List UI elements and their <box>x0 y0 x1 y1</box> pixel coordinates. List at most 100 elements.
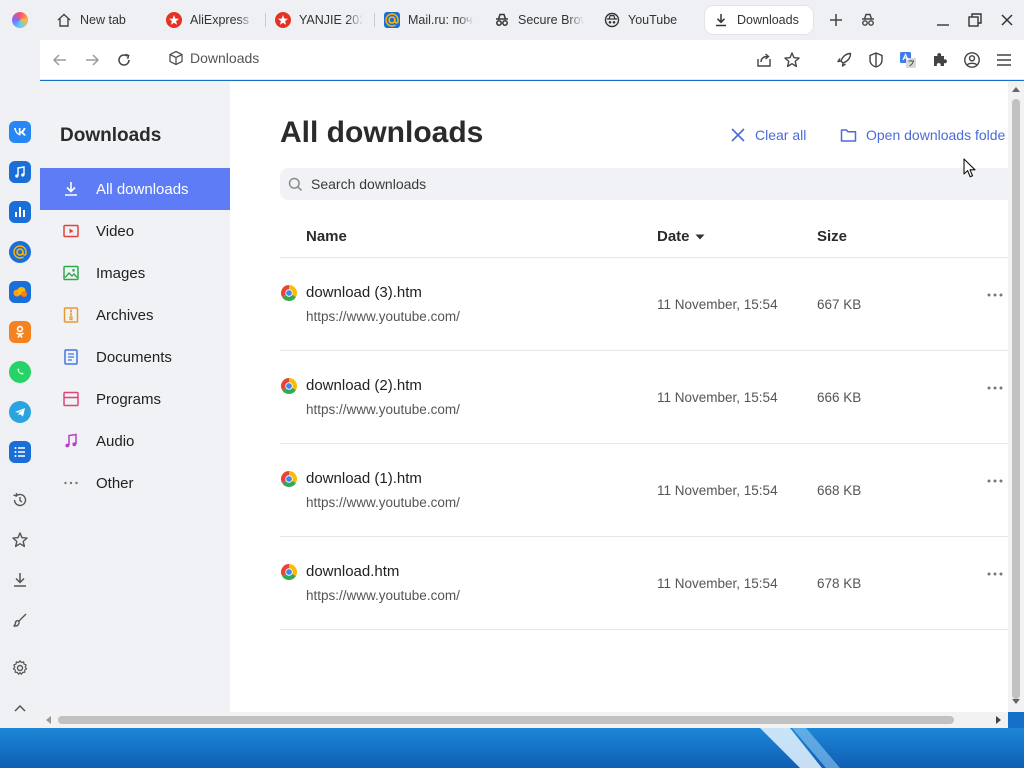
nav-item-label: Audio <box>96 432 135 450</box>
nav-item-documents[interactable]: Documents <box>40 336 230 378</box>
column-header-label: Name <box>306 228 347 245</box>
tab-aliexpress[interactable]: AliExpress | c <box>158 6 262 34</box>
file-name[interactable]: download (1).htm <box>306 470 422 487</box>
telegram-icon[interactable] <box>9 401 31 423</box>
column-header-name[interactable]: Name <box>306 228 347 245</box>
column-header-date[interactable]: Date <box>657 228 705 245</box>
tab-downloads[interactable]: Downloads <box>705 6 813 34</box>
puzzle-icon <box>934 53 947 66</box>
file-size: 678 KB <box>817 576 862 591</box>
share-button[interactable] <box>752 48 776 72</box>
nav-item-other[interactable]: Other <box>40 462 230 504</box>
file-url[interactable]: https://www.youtube.com/ <box>306 402 460 417</box>
menu-button[interactable] <box>992 48 1016 72</box>
scroll-left-arrow-icon[interactable] <box>46 716 51 724</box>
music-app-icon[interactable] <box>9 161 31 183</box>
more-options-button[interactable] <box>984 287 1006 303</box>
forward-button[interactable] <box>80 48 104 72</box>
bookmark-button[interactable] <box>780 48 804 72</box>
divider <box>280 629 1008 630</box>
reload-button[interactable] <box>112 48 136 72</box>
settings-gear-icon[interactable] <box>10 658 30 678</box>
tab-mailru[interactable]: Mail.ru: почт <box>376 6 482 34</box>
download-icon <box>62 180 80 198</box>
mail-app-icon[interactable] <box>9 241 31 263</box>
close-window-button[interactable] <box>995 8 1019 32</box>
download-row[interactable]: download.htm https://www.youtube.com/ 11… <box>280 536 1008 629</box>
nav-item-audio[interactable]: Audio <box>40 420 230 462</box>
tab-secure-browser[interactable]: Secure Brows <box>486 6 592 34</box>
file-url[interactable]: https://www.youtube.com/ <box>306 309 460 324</box>
browser-logo-icon[interactable] <box>12 12 28 28</box>
nav-item-video[interactable]: Video <box>40 210 230 252</box>
more-horizontal-icon <box>987 386 1003 390</box>
user-icon <box>964 52 980 68</box>
more-options-button[interactable] <box>984 566 1006 582</box>
nav-item-programs[interactable]: Programs <box>40 378 230 420</box>
tab-label: AliExpress | c <box>190 13 254 27</box>
bookmarks-star-icon[interactable] <box>10 530 30 550</box>
horizontal-scrollbar[interactable] <box>40 712 1008 728</box>
back-button[interactable] <box>48 48 72 72</box>
collapse-chevron-up-icon[interactable] <box>10 698 30 718</box>
list-app-icon[interactable] <box>9 441 31 463</box>
shield-button[interactable] <box>864 48 888 72</box>
ok-app-icon[interactable] <box>9 321 31 343</box>
cloud-app-icon[interactable] <box>9 281 31 303</box>
rocket-button[interactable] <box>832 48 856 72</box>
vk-icon[interactable] <box>9 121 31 143</box>
more-options-button[interactable] <box>984 380 1006 396</box>
translate-icon <box>900 52 916 68</box>
nav-item-all-downloads[interactable]: All downloads <box>40 168 230 210</box>
incognito-button[interactable] <box>856 8 880 32</box>
profile-button[interactable] <box>960 48 984 72</box>
downloads-sidebar-icon[interactable] <box>10 570 30 590</box>
download-row[interactable]: download (1).htm https://www.youtube.com… <box>280 443 1008 536</box>
file-url[interactable]: https://www.youtube.com/ <box>306 588 460 603</box>
brush-icon[interactable] <box>10 610 30 630</box>
tab-yanjie[interactable]: YANJIE 2022 <box>267 6 371 34</box>
file-date: 11 November, 15:54 <box>657 576 778 591</box>
scrollbar-thumb[interactable] <box>58 716 954 724</box>
vertical-scrollbar[interactable] <box>1008 81 1024 712</box>
clear-all-button[interactable]: Clear all <box>730 127 806 143</box>
file-name[interactable]: download (2).htm <box>306 377 422 394</box>
column-header-size[interactable]: Size <box>817 228 847 245</box>
restore-button[interactable] <box>963 8 987 32</box>
more-horizontal-icon <box>987 572 1003 576</box>
scrollbar-thumb[interactable] <box>1012 99 1020 699</box>
file-name[interactable]: download.htm <box>306 563 399 580</box>
file-name[interactable]: download (3).htm <box>306 284 422 301</box>
hamburger-icon <box>997 54 1011 66</box>
video-icon <box>62 222 80 240</box>
address-bar[interactable]: Downloads <box>168 50 259 66</box>
minimize-button[interactable] <box>931 8 955 32</box>
extensions-button[interactable] <box>928 48 952 72</box>
tab-label: Mail.ru: почт <box>408 13 474 27</box>
search-input[interactable] <box>311 176 911 192</box>
file-url[interactable]: https://www.youtube.com/ <box>306 495 460 510</box>
open-downloads-folder-button[interactable]: Open downloads folde <box>840 127 1005 143</box>
nav-item-images[interactable]: Images <box>40 252 230 294</box>
downloads-nav: Downloads All downloads Video Images Arc… <box>40 81 230 712</box>
aliexpress-icon <box>166 12 182 28</box>
scroll-right-arrow-icon[interactable] <box>996 716 1001 724</box>
history-icon[interactable] <box>10 490 30 510</box>
scroll-up-arrow-icon[interactable] <box>1012 87 1020 92</box>
stats-app-icon[interactable] <box>9 201 31 223</box>
mouse-cursor-icon <box>963 158 976 178</box>
whatsapp-icon[interactable] <box>9 361 31 383</box>
nav-item-archives[interactable]: Archives <box>40 294 230 336</box>
file-size: 667 KB <box>817 297 862 312</box>
translate-button[interactable] <box>896 48 920 72</box>
music-icon <box>62 432 80 450</box>
download-row[interactable]: download (2).htm https://www.youtube.com… <box>280 350 1008 443</box>
tab-youtube[interactable]: YouTube <box>596 6 700 34</box>
new-tab-button[interactable] <box>824 8 848 32</box>
download-row[interactable]: download (3).htm https://www.youtube.com… <box>280 257 1008 350</box>
scroll-down-arrow-icon[interactable] <box>1012 699 1020 704</box>
nav-title: Downloads <box>60 125 162 146</box>
more-options-button[interactable] <box>984 473 1006 489</box>
column-header-label: Date <box>657 228 690 245</box>
tab-new-tab[interactable]: New tab <box>48 6 152 34</box>
